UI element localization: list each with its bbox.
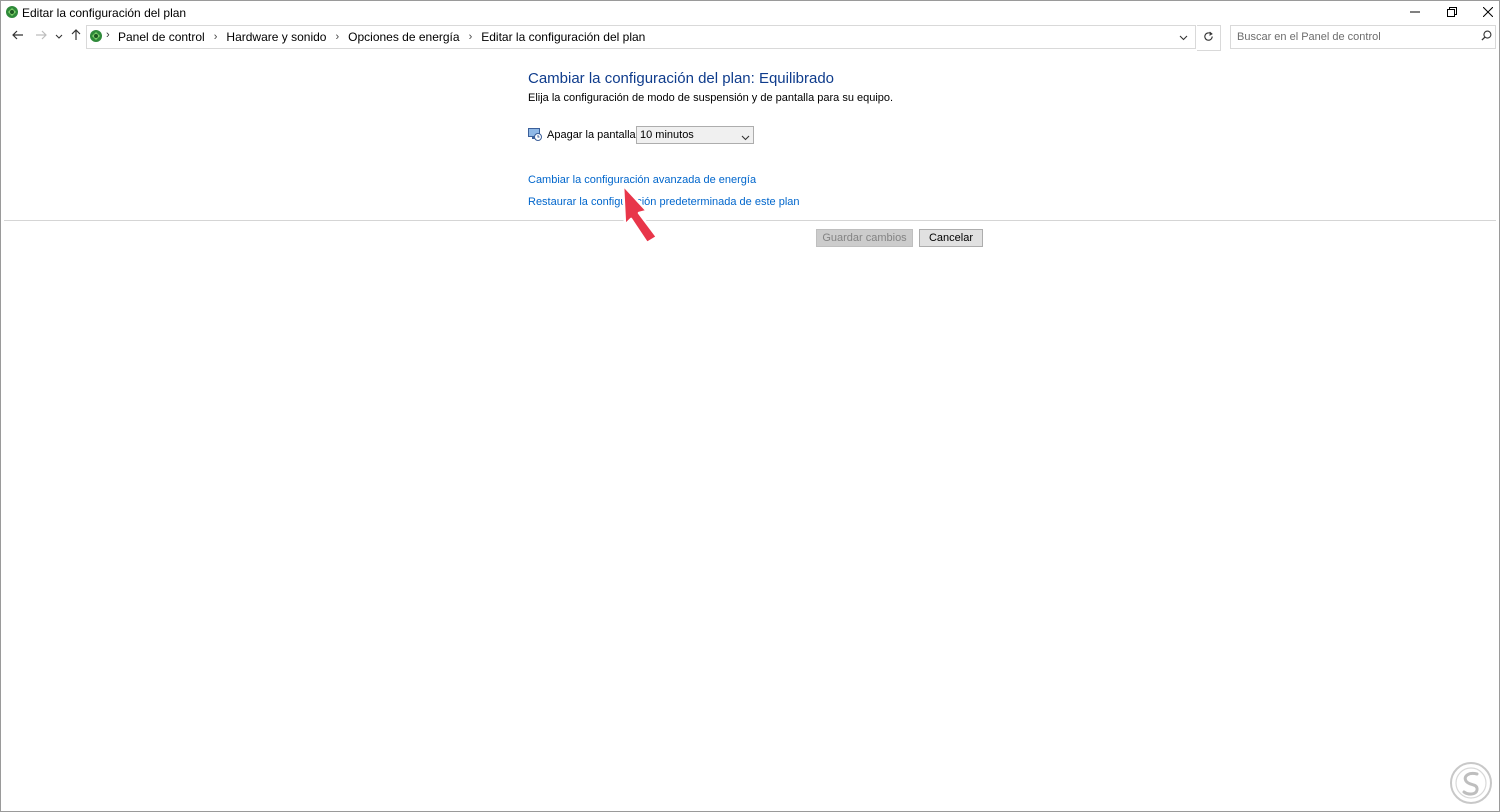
minimize-icon <box>1410 7 1420 17</box>
window-title: Editar la configuración del plan <box>22 6 187 20</box>
back-button[interactable] <box>9 27 27 45</box>
display-off-value: 10 minutos <box>640 129 694 141</box>
display-icon <box>528 127 542 141</box>
up-button[interactable] <box>67 27 85 45</box>
navigation-bar: › Panel de control › Hardware y sonido ›… <box>1 23 1499 51</box>
control-panel-icon <box>89 29 103 43</box>
breadcrumb-item[interactable]: Opciones de energía <box>347 30 460 44</box>
recent-chevron-icon <box>55 29 63 43</box>
breadcrumb-item[interactable]: Hardware y sonido <box>225 30 327 44</box>
watermark-logo <box>1450 762 1492 804</box>
search-input[interactable] <box>1237 28 1467 45</box>
breadcrumb-chevron-icon[interactable]: › <box>106 29 110 41</box>
recent-locations-button[interactable] <box>52 27 66 45</box>
chevron-down-icon <box>1179 30 1188 44</box>
close-button[interactable] <box>1470 1 1499 23</box>
pointer-arrow-icon <box>621 183 659 245</box>
refresh-button[interactable] <box>1197 25 1221 51</box>
breadcrumb-separator-icon[interactable]: › <box>206 31 226 43</box>
title-bar: Editar la configuración del plan <box>1 1 1499 23</box>
up-arrow-icon <box>71 28 81 44</box>
restore-icon <box>1447 7 1457 17</box>
chevron-down-icon <box>741 130 750 144</box>
address-bar[interactable]: › Panel de control › Hardware y sonido ›… <box>86 25 1196 49</box>
breadcrumb: Panel de control › Hardware y sonido › O… <box>117 30 646 44</box>
restore-button[interactable] <box>1434 1 1470 23</box>
back-arrow-icon <box>12 29 24 43</box>
page-subtitle: Elija la configuración de modo de suspen… <box>528 92 894 104</box>
breadcrumb-separator-icon[interactable]: › <box>327 31 347 43</box>
search-box[interactable] <box>1230 25 1496 49</box>
page-title: Cambiar la configuración del plan: Equil… <box>528 70 835 87</box>
display-off-select[interactable]: 10 minutos <box>636 126 754 144</box>
refresh-icon <box>1203 31 1214 45</box>
breadcrumb-item[interactable]: Panel de control <box>117 30 206 44</box>
display-off-label: Apagar la pantalla: <box>547 129 639 141</box>
close-icon <box>1483 7 1493 17</box>
search-icon[interactable] <box>1481 30 1492 44</box>
forward-arrow-icon <box>35 29 47 43</box>
divider <box>4 220 1496 221</box>
control-panel-window: Editar la configuración del plan › Panel… <box>0 0 1500 812</box>
control-panel-icon <box>5 5 19 19</box>
forward-button[interactable] <box>32 27 50 45</box>
address-dropdown-button[interactable] <box>1175 29 1191 45</box>
cancel-button[interactable]: Cancelar <box>919 229 983 247</box>
save-changes-button[interactable]: Guardar cambios <box>816 229 913 247</box>
breadcrumb-item[interactable]: Editar la configuración del plan <box>480 30 646 44</box>
minimize-button[interactable] <box>1397 1 1433 23</box>
breadcrumb-separator-icon[interactable]: › <box>461 31 481 43</box>
